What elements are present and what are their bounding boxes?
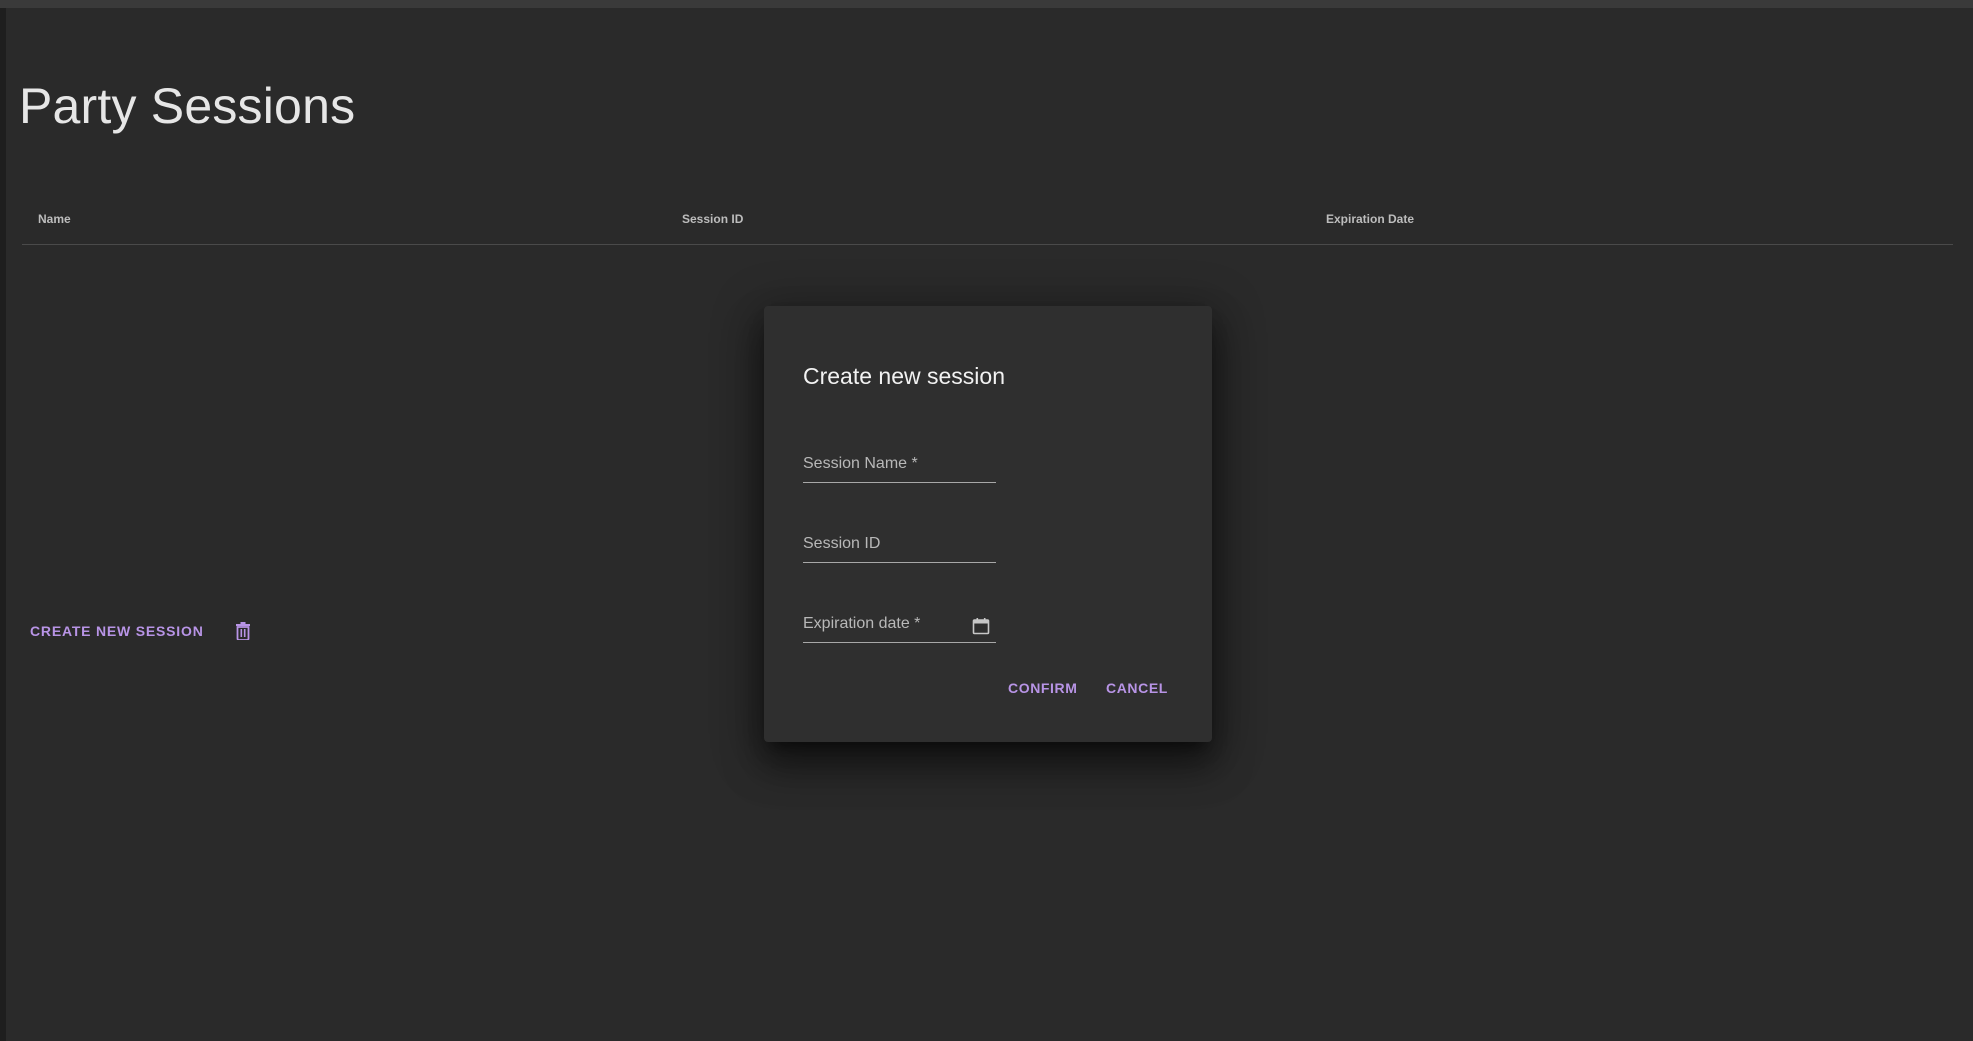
session-name-input[interactable] — [803, 452, 1000, 484]
create-session-dialog: Create new session Session Name * Sessio… — [764, 306, 1212, 742]
expiration-date-field[interactable]: Expiration date * — [803, 612, 1000, 644]
calendar-icon[interactable] — [972, 617, 990, 635]
expiration-date-input[interactable] — [803, 612, 1000, 644]
dialog-title: Create new session — [803, 363, 1005, 389]
session-id-field[interactable]: Session ID — [803, 532, 1000, 564]
session-name-field[interactable]: Session Name * — [803, 452, 1000, 484]
cancel-button[interactable]: CANCEL — [1098, 670, 1176, 706]
confirm-button[interactable]: CONFIRM — [1000, 670, 1086, 706]
session-id-input[interactable] — [803, 532, 1000, 564]
